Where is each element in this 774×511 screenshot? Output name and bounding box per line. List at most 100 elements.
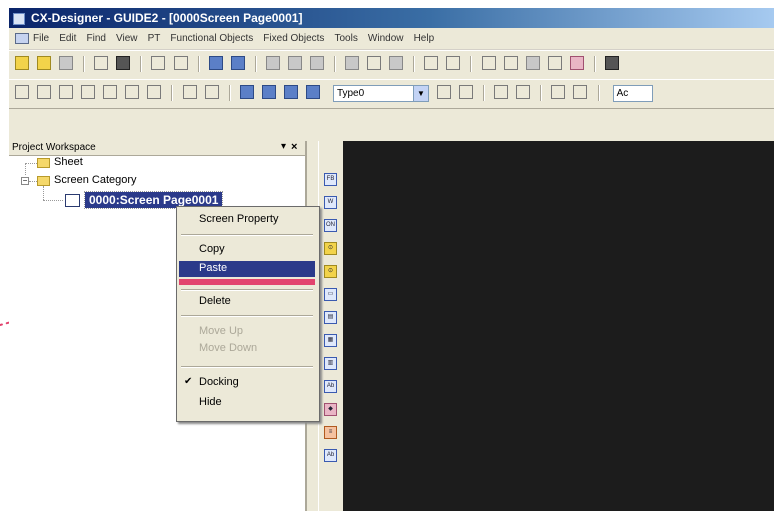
align-left-icon[interactable] — [182, 85, 197, 99]
level-meter-icon[interactable]: ▥ — [324, 357, 337, 370]
arc-icon[interactable] — [147, 85, 162, 99]
new-file-icon[interactable] — [94, 56, 109, 70]
print-preview-icon[interactable] — [345, 56, 360, 70]
grid-icon[interactable] — [208, 56, 223, 70]
menu-item-copy[interactable]: Copy — [179, 242, 315, 258]
page-icon[interactable] — [367, 56, 382, 70]
type-select[interactable]: Type0 ▼ — [332, 85, 429, 102]
polyline-icon[interactable] — [81, 85, 96, 99]
string-display-icon[interactable]: ▤ — [324, 311, 337, 324]
lamp-icon[interactable]: ⊙ — [324, 242, 337, 255]
ungroup-icon[interactable] — [261, 85, 276, 99]
window-title: CX-Designer - GUIDE2 - [0000Screen Page0… — [31, 11, 303, 25]
tree-connector — [43, 200, 63, 201]
bit-lamp-icon[interactable]: ⊙ — [324, 265, 337, 278]
pin-icon[interactable]: ▾ — [281, 141, 286, 152]
tree-item-sheet[interactable]: Sheet — [54, 156, 83, 168]
menu-item-delete[interactable]: Delete — [179, 294, 315, 310]
menu-separator — [181, 234, 313, 236]
toolbar-separator — [413, 56, 416, 72]
menu-functional-objects[interactable]: Functional Objects — [170, 33, 253, 44]
title-bar[interactable]: CX-Designer - GUIDE2 - [0000Screen Page0… — [9, 8, 774, 28]
function-key-icon[interactable]: FB — [324, 173, 337, 186]
menu-file[interactable]: File — [33, 33, 49, 44]
menu-fixed-objects[interactable]: Fixed Objects — [263, 33, 324, 44]
app-icon — [13, 13, 25, 25]
alarm-icon[interactable]: ◆ — [324, 403, 337, 416]
menu-item-paste[interactable]: Paste — [179, 261, 315, 277]
circle-icon[interactable] — [37, 85, 52, 99]
menu-find[interactable]: Find — [86, 33, 105, 44]
paste-icon[interactable] — [525, 56, 540, 70]
toolbar-separator — [334, 56, 336, 72]
toolbar-separator — [540, 85, 543, 101]
undo-icon[interactable] — [424, 56, 439, 70]
sector-icon[interactable] — [125, 85, 140, 99]
label-next-icon[interactable] — [459, 85, 474, 99]
collapse-icon[interactable]: − — [21, 177, 29, 185]
on-off-button-icon[interactable]: ON — [324, 219, 337, 232]
line-icon[interactable] — [59, 85, 74, 99]
save-icon[interactable] — [116, 56, 131, 70]
numeral-display-icon[interactable]: ▭ — [324, 288, 337, 301]
menu-item-screen-property[interactable]: Screen Property — [179, 212, 315, 228]
menu-item-hide[interactable]: Hide — [179, 395, 315, 411]
label-icon[interactable] — [494, 85, 509, 99]
menu-window[interactable]: Window — [368, 33, 404, 44]
transfer-icon[interactable] — [309, 56, 324, 70]
standard-toolbar — [9, 50, 774, 80]
tree-item-screen-category[interactable]: Screen Category — [54, 174, 137, 186]
grid2-icon[interactable] — [230, 56, 245, 70]
group-icon[interactable] — [239, 85, 254, 99]
menu-separator — [181, 289, 313, 291]
chevron-down-icon[interactable]: ▼ — [412, 86, 428, 101]
page: CX-Designer - GUIDE2 - [0000Screen Page0… — [0, 0, 774, 511]
menu-item-docking[interactable]: ✔ Docking — [179, 375, 315, 391]
menu-view[interactable]: View — [116, 33, 138, 44]
label4-icon[interactable] — [573, 85, 588, 99]
menu-help[interactable]: Help — [414, 33, 435, 44]
bold-icon[interactable] — [569, 56, 584, 70]
paste-screen-icon[interactable] — [173, 56, 188, 70]
folder-icon — [37, 158, 50, 168]
list-selection-icon[interactable]: ▦ — [324, 334, 337, 347]
document-icon[interactable] — [15, 33, 29, 44]
align-center-icon[interactable] — [204, 85, 219, 99]
screen-editor-canvas[interactable] — [343, 141, 774, 511]
menu-edit[interactable]: Edit — [59, 33, 76, 44]
front-icon[interactable] — [283, 85, 298, 99]
test-icon[interactable] — [265, 56, 280, 70]
close-icon[interactable]: × — [291, 141, 297, 153]
back-icon[interactable] — [305, 85, 320, 99]
cut-icon[interactable] — [481, 56, 496, 70]
find-icon[interactable] — [604, 56, 619, 70]
copy-screen-icon[interactable] — [151, 56, 166, 70]
object-toolbar: FB W ON ⊙ ⊙ ▭ ▤ ▦ ▥ Ab ◆ ≡ Ab — [318, 141, 343, 511]
toolbar-separator — [470, 56, 473, 72]
copy-icon[interactable] — [503, 56, 518, 70]
text-label-icon[interactable]: Ab — [324, 449, 337, 462]
polygon-icon[interactable] — [103, 85, 118, 99]
text-icon[interactable]: Ab — [324, 380, 337, 393]
rectangle-icon[interactable] — [15, 85, 29, 99]
test2-icon[interactable] — [287, 56, 302, 70]
save-all-icon[interactable] — [59, 56, 74, 70]
toolbar-separator — [140, 56, 143, 72]
word-button-icon[interactable]: W — [324, 196, 337, 209]
delete-icon[interactable] — [547, 56, 562, 70]
new-folder-icon[interactable] — [15, 56, 29, 70]
label2-icon[interactable] — [516, 85, 531, 99]
redo-icon[interactable] — [446, 56, 461, 70]
toolbar-separator — [597, 85, 600, 101]
printer-icon[interactable] — [389, 56, 404, 70]
label-prev-icon[interactable] — [437, 85, 451, 99]
toolbar-separator — [171, 85, 174, 101]
action-box[interactable]: Ac — [612, 85, 653, 102]
menu-tools[interactable]: Tools — [335, 33, 358, 44]
open-icon[interactable] — [37, 56, 52, 70]
broken-line-graph-icon[interactable]: ≡ — [324, 426, 337, 439]
checkmark-icon: ✔ — [184, 376, 193, 387]
menu-pt[interactable]: PT — [148, 33, 161, 44]
label3-icon[interactable] — [551, 85, 566, 99]
menu-separator — [181, 315, 313, 317]
